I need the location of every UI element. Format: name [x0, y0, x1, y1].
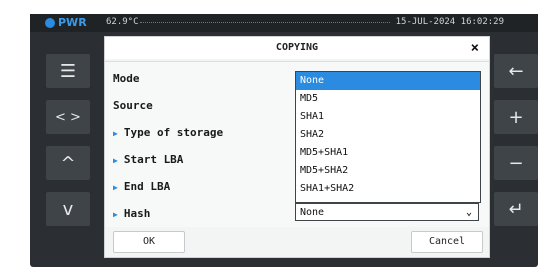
code-brackets-icon: < >: [55, 109, 81, 125]
expand-arrow-icon: ▶: [113, 156, 118, 165]
minus-icon: −: [508, 152, 524, 174]
hash-option-none[interactable]: None: [296, 72, 480, 90]
up-icon: ^: [60, 152, 76, 174]
copying-dialog: COPYING × Mode Source ▶ Type of storage ▶…: [104, 36, 490, 258]
enter-icon: ↵: [508, 198, 524, 220]
cancel-button[interactable]: Cancel: [411, 231, 483, 253]
brackets-button[interactable]: < >: [46, 100, 90, 134]
enter-button[interactable]: ↵: [494, 192, 538, 226]
back-arrow-icon: ←: [508, 60, 524, 82]
hash-option-sha1[interactable]: SHA1: [296, 108, 480, 126]
start-lba-row[interactable]: ▶ Start LBA: [113, 153, 183, 166]
plus-icon: +: [508, 106, 524, 128]
up-button[interactable]: ^: [46, 146, 90, 180]
power-label: PWR: [58, 16, 87, 29]
status-bar: PWR 62.9°C 15-JUL-2024 16:02:29: [30, 14, 538, 32]
hash-option-md5-sha2[interactable]: MD5+SHA2: [296, 162, 480, 180]
ok-button[interactable]: OK: [113, 231, 185, 253]
hash-options-list: None MD5 SHA1 SHA2 MD5+SHA1 MD5+SHA2 SHA…: [295, 71, 481, 203]
hash-select[interactable]: None ⌄: [295, 203, 479, 221]
plus-button[interactable]: +: [494, 100, 538, 134]
close-icon[interactable]: ×: [471, 40, 479, 56]
hash-row[interactable]: ▶ Hash: [113, 207, 150, 220]
hash-option-md5-sha1[interactable]: MD5+SHA1: [296, 144, 480, 162]
expand-arrow-icon: ▶: [113, 129, 118, 138]
hash-option-sha1-sha2[interactable]: SHA1+SHA2: [296, 180, 480, 198]
menu-button[interactable]: ☰: [46, 54, 90, 88]
expand-arrow-icon: ▶: [113, 183, 118, 192]
hash-label: Hash: [123, 207, 151, 220]
dialog-title: COPYING: [105, 37, 489, 59]
down-icon: v: [62, 198, 74, 220]
end-lba-row[interactable]: ▶ End LBA: [113, 180, 170, 193]
minus-button[interactable]: −: [494, 146, 538, 180]
datetime-readout: 15-JUL-2024 16:02:29: [395, 17, 504, 27]
temperature-readout: 62.9°C: [106, 17, 139, 27]
status-divider: [140, 22, 390, 23]
source-label: Source: [113, 99, 153, 112]
hash-option-md5[interactable]: MD5: [296, 90, 480, 108]
end-lba-label: End LBA: [123, 180, 171, 193]
chevron-down-icon: ⌄: [465, 207, 472, 218]
back-button[interactable]: ←: [494, 54, 538, 88]
power-indicator-icon: [45, 18, 55, 28]
start-lba-label: Start LBA: [123, 153, 184, 166]
expand-arrow-icon: ▶: [113, 210, 118, 219]
hash-select-value: None: [300, 207, 325, 218]
down-button[interactable]: v: [46, 192, 90, 226]
type-of-storage-row[interactable]: ▶ Type of storage: [113, 126, 223, 139]
type-of-storage-label: Type of storage: [123, 126, 224, 139]
menu-icon: ☰: [59, 60, 77, 82]
hash-option-sha2[interactable]: SHA2: [296, 126, 480, 144]
mode-label: Mode: [113, 72, 140, 85]
